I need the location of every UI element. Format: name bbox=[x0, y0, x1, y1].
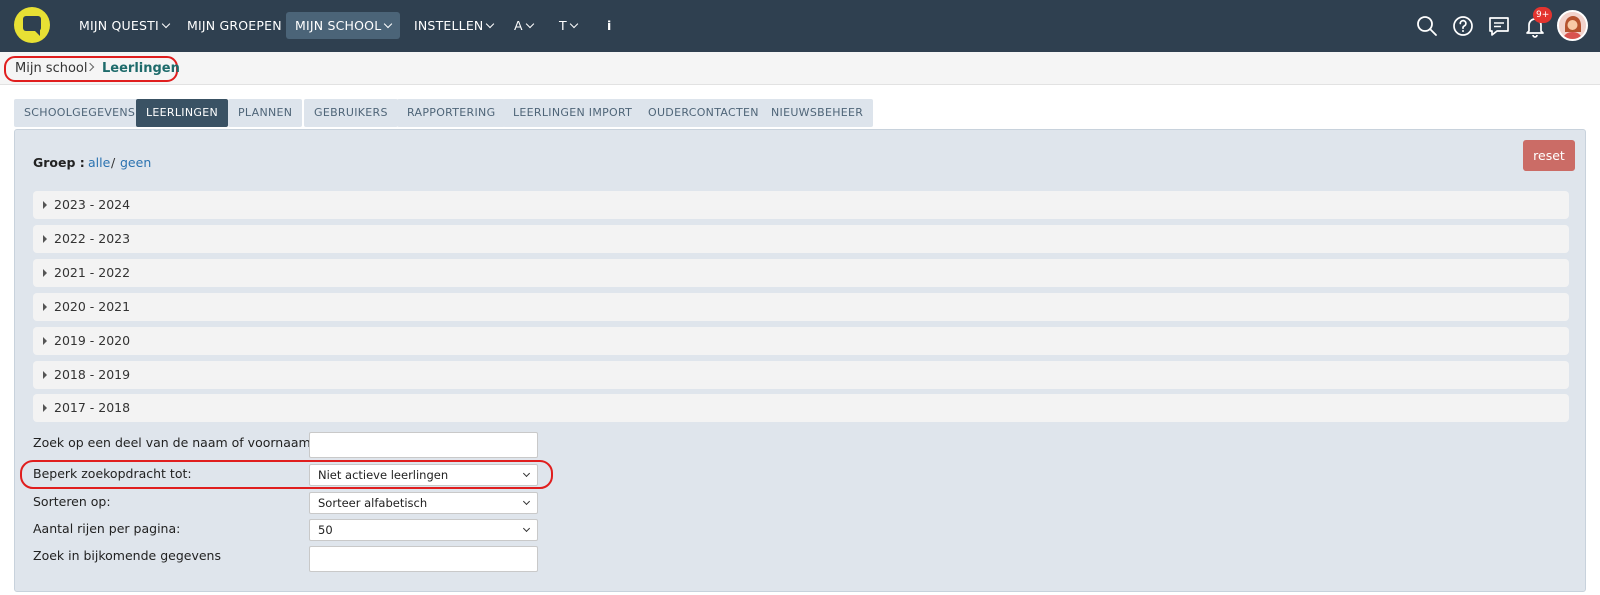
limit-search-label: Beperk zoekopdracht tot: bbox=[33, 466, 192, 481]
chevron-down-icon bbox=[525, 19, 535, 29]
limit-search-select[interactable]: Niet actieve leerlingen bbox=[309, 464, 538, 486]
caret-right-icon bbox=[43, 201, 47, 209]
tab-rapportering[interactable]: RAPPORTERING bbox=[397, 99, 506, 127]
nav-info-label: i bbox=[607, 18, 612, 33]
tab-gebruikers[interactable]: GEBRUIKERS bbox=[304, 99, 398, 127]
nav-mijn-school[interactable]: MIJN SCHOOL bbox=[286, 12, 400, 39]
tab-oudercontacten[interactable]: OUDERCONTACTEN bbox=[638, 99, 769, 127]
chevron-down-icon bbox=[522, 497, 531, 506]
rows-per-page-select[interactable]: 50 bbox=[309, 519, 538, 541]
nav-mijn-school-label: MIJN SCHOOL bbox=[295, 18, 382, 33]
chevron-down-icon bbox=[522, 469, 531, 478]
year-label: 2020 - 2021 bbox=[54, 299, 131, 314]
logo[interactable] bbox=[14, 7, 50, 43]
groep-separator: / bbox=[111, 155, 116, 170]
nav-mijn-groepen-label: MIJN GROEPEN bbox=[187, 18, 282, 33]
nav-instellen-label: INSTELLEN bbox=[414, 18, 484, 33]
search-name-label: Zoek op een deel van de naam of voornaam bbox=[33, 435, 311, 450]
breadcrumb-current: Leerlingen bbox=[102, 61, 180, 76]
year-label: 2018 - 2019 bbox=[54, 367, 131, 382]
caret-right-icon bbox=[43, 269, 47, 277]
tab-leerlingen-import[interactable]: LEERLINGEN IMPORT bbox=[503, 99, 643, 127]
search-extra-label: Zoek in bijkomende gegevens bbox=[33, 548, 221, 563]
caret-right-icon bbox=[43, 404, 47, 412]
nav-a[interactable]: A bbox=[505, 12, 542, 39]
chevron-down-icon bbox=[569, 19, 579, 29]
year-label: 2023 - 2024 bbox=[54, 197, 131, 212]
tab-leerlingen[interactable]: LEERLINGEN bbox=[136, 99, 228, 127]
chevron-down-icon bbox=[486, 19, 495, 29]
breadcrumb bbox=[0, 52, 1600, 85]
reset-button[interactable]: reset bbox=[1523, 140, 1575, 171]
search-icon[interactable] bbox=[1415, 14, 1439, 38]
year-row[interactable]: 2018 - 2019 bbox=[33, 361, 1569, 389]
year-label: 2019 - 2020 bbox=[54, 333, 131, 348]
caret-right-icon bbox=[43, 235, 47, 243]
year-row[interactable]: 2020 - 2021 bbox=[33, 293, 1569, 321]
logo-bubble bbox=[23, 16, 41, 31]
tab-schoolgegevens[interactable]: SCHOOLGEGEVENS bbox=[14, 99, 146, 127]
sort-select[interactable]: Sorteer alfabetisch bbox=[309, 492, 538, 514]
chevron-down-icon bbox=[522, 524, 531, 533]
year-row[interactable]: 2022 - 2023 bbox=[33, 225, 1569, 253]
nav-mijn-questi-label: MIJN QUESTI bbox=[79, 18, 159, 33]
nav-t[interactable]: T bbox=[550, 12, 586, 39]
breadcrumb-home-link[interactable]: Mijn school bbox=[15, 61, 88, 76]
nav-mijn-groepen[interactable]: MIJN GROEPEN bbox=[178, 12, 291, 39]
sort-value: Sorteer alfabetisch bbox=[318, 496, 428, 510]
groep-label: Groep : bbox=[33, 155, 85, 170]
year-label: 2017 - 2018 bbox=[54, 400, 131, 415]
year-label: 2022 - 2023 bbox=[54, 231, 131, 246]
year-label: 2021 - 2022 bbox=[54, 265, 131, 280]
top-navigation: MIJN QUESTI MIJN GROEPEN MIJN SCHOOL INS… bbox=[0, 0, 1600, 52]
nav-mijn-questi[interactable]: MIJN QUESTI bbox=[70, 12, 178, 39]
year-row[interactable]: 2023 - 2024 bbox=[33, 191, 1569, 219]
caret-right-icon bbox=[43, 337, 47, 345]
year-row[interactable]: 2017 - 2018 bbox=[33, 394, 1569, 422]
tab-nieuwsbeheer[interactable]: NIEUWSBEHEER bbox=[761, 99, 874, 127]
chevron-down-icon bbox=[384, 19, 393, 29]
avatar[interactable] bbox=[1557, 10, 1588, 41]
select-none-link[interactable]: geen bbox=[120, 155, 151, 170]
notification-badge: 9+ bbox=[1533, 7, 1553, 23]
help-icon[interactable] bbox=[1451, 14, 1475, 38]
caret-right-icon bbox=[43, 371, 47, 379]
caret-right-icon bbox=[43, 303, 47, 311]
nav-a-label: A bbox=[514, 18, 523, 33]
nav-t-label: T bbox=[559, 18, 567, 33]
search-name-input[interactable] bbox=[309, 432, 538, 458]
limit-search-value: Niet actieve leerlingen bbox=[318, 468, 449, 482]
search-extra-input[interactable] bbox=[309, 546, 538, 572]
chevron-down-icon bbox=[161, 19, 171, 29]
nav-instellen[interactable]: INSTELLEN bbox=[405, 12, 502, 39]
chat-icon[interactable] bbox=[1487, 14, 1511, 38]
rows-per-page-value: 50 bbox=[318, 523, 333, 537]
year-row[interactable]: 2019 - 2020 bbox=[33, 327, 1569, 355]
tab-plannen[interactable]: PLANNEN bbox=[228, 99, 303, 127]
select-all-link[interactable]: alle bbox=[88, 155, 110, 170]
nav-info[interactable]: i bbox=[598, 12, 621, 39]
sort-label: Sorteren op: bbox=[33, 494, 111, 509]
year-row[interactable]: 2021 - 2022 bbox=[33, 259, 1569, 287]
rows-per-page-label: Aantal rijen per pagina: bbox=[33, 521, 181, 536]
logo-bubble-tail bbox=[34, 30, 40, 36]
